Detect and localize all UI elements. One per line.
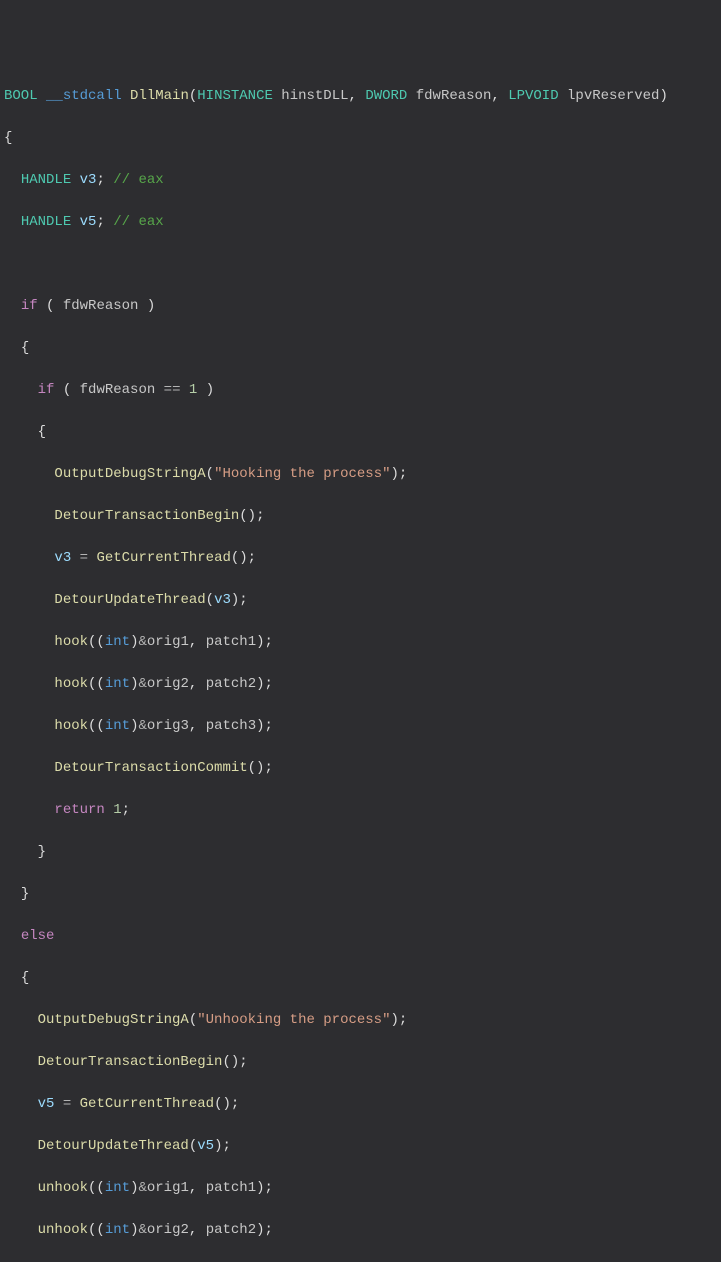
func-call: hook xyxy=(54,718,88,734)
identifier: v5 xyxy=(38,1096,55,1112)
func-call: hook xyxy=(54,634,88,650)
identifier: patch3 xyxy=(206,718,256,734)
code-line: DetourTransactionBegin(); xyxy=(0,1052,721,1073)
func-call: hook xyxy=(54,676,88,692)
param-type: HINSTANCE xyxy=(197,88,273,104)
identifier: patch1 xyxy=(206,634,256,650)
code-line: { xyxy=(0,338,721,359)
func-call: DetourTransactionBegin xyxy=(54,508,239,524)
operator: & xyxy=(138,1222,146,1238)
identifier: orig2 xyxy=(147,676,189,692)
keyword-if: if xyxy=(38,382,55,398)
identifier: orig1 xyxy=(147,634,189,650)
number: 1 xyxy=(113,802,121,818)
keyword-int: int xyxy=(105,634,130,650)
operator: & xyxy=(138,718,146,734)
code-line: hook((int)&orig1, patch1); xyxy=(0,632,721,653)
code-line: HANDLE v5; // eax xyxy=(0,212,721,233)
code-line: DetourTransactionBegin(); xyxy=(0,506,721,527)
code-line: { xyxy=(0,968,721,989)
keyword-int: int xyxy=(105,676,130,692)
code-line: unhook((int)&orig1, patch1); xyxy=(0,1178,721,1199)
operator: & xyxy=(138,634,146,650)
keyword-int: int xyxy=(105,1222,130,1238)
identifier: v5 xyxy=(197,1138,214,1154)
code-line: } xyxy=(0,884,721,905)
param-name: lpvReserved xyxy=(567,88,659,104)
code-line: DetourUpdateThread(v3); xyxy=(0,590,721,611)
param-type: LPVOID xyxy=(508,88,558,104)
code-line: if ( fdwReason == 1 ) xyxy=(0,380,721,401)
string-literal: "Hooking the process" xyxy=(214,466,390,482)
code-line: } xyxy=(0,842,721,863)
code-line: hook((int)&orig2, patch2); xyxy=(0,674,721,695)
func-call: GetCurrentThread xyxy=(96,550,230,566)
code-line: hook((int)&orig3, patch3); xyxy=(0,716,721,737)
code-line: OutputDebugStringA("Unhooking the proces… xyxy=(0,1010,721,1031)
func-call: DetourUpdateThread xyxy=(38,1138,189,1154)
func-call: DetourTransactionBegin xyxy=(38,1054,223,1070)
code-line: { xyxy=(0,128,721,149)
keyword-return: return xyxy=(54,802,104,818)
identifier: v3 xyxy=(214,592,231,608)
code-line: v3 = GetCurrentThread(); xyxy=(0,548,721,569)
func-call: OutputDebugStringA xyxy=(38,1012,189,1028)
code-line: BOOL __stdcall DllMain(HINSTANCE hinstDL… xyxy=(0,86,721,107)
keyword-else: else xyxy=(21,928,55,944)
function-name: DllMain xyxy=(130,88,189,104)
code-line: { xyxy=(0,422,721,443)
keyword-int: int xyxy=(105,1180,130,1196)
func-call: GetCurrentThread xyxy=(80,1096,214,1112)
func-call: unhook xyxy=(38,1222,88,1238)
code-line: v5 = GetCurrentThread(); xyxy=(0,1094,721,1115)
code-line: DetourUpdateThread(v5); xyxy=(0,1136,721,1157)
identifier: patch1 xyxy=(206,1180,256,1196)
var-name: v3 xyxy=(80,172,97,188)
operator: = xyxy=(80,550,88,566)
identifier: patch2 xyxy=(206,676,256,692)
keyword-int: int xyxy=(105,718,130,734)
code-line: HANDLE v3; // eax xyxy=(0,170,721,191)
comment: // eax xyxy=(113,172,163,188)
func-call: OutputDebugStringA xyxy=(54,466,205,482)
identifier: fdwReason xyxy=(80,382,156,398)
param-type: DWORD xyxy=(365,88,407,104)
operator: & xyxy=(138,1180,146,1196)
string-literal: "Unhooking the process" xyxy=(197,1012,390,1028)
identifier: fdwReason xyxy=(63,298,139,314)
func-call: DetourTransactionCommit xyxy=(54,760,247,776)
keyword-if: if xyxy=(21,298,38,314)
identifier: orig1 xyxy=(147,1180,189,1196)
identifier: orig3 xyxy=(147,718,189,734)
identifier: patch2 xyxy=(206,1222,256,1238)
param-name: hinstDLL xyxy=(281,88,348,104)
var-name: v5 xyxy=(80,214,97,230)
code-line: else xyxy=(0,926,721,947)
comment: // eax xyxy=(113,214,163,230)
operator: == xyxy=(164,382,181,398)
code-line: unhook((int)&orig2, patch2); xyxy=(0,1220,721,1241)
return-type: BOOL xyxy=(4,88,38,104)
identifier: v3 xyxy=(54,550,71,566)
func-call: DetourUpdateThread xyxy=(54,592,205,608)
code-line: DetourTransactionCommit(); xyxy=(0,758,721,779)
var-type: HANDLE xyxy=(21,214,71,230)
calling-convention: __stdcall xyxy=(46,88,122,104)
var-type: HANDLE xyxy=(21,172,71,188)
operator: = xyxy=(63,1096,71,1112)
code-line: return 1; xyxy=(0,800,721,821)
identifier: orig2 xyxy=(147,1222,189,1238)
func-call: unhook xyxy=(38,1180,88,1196)
param-name: fdwReason xyxy=(416,88,492,104)
code-line xyxy=(0,254,721,275)
code-line: OutputDebugStringA("Hooking the process"… xyxy=(0,464,721,485)
code-line: if ( fdwReason ) xyxy=(0,296,721,317)
operator: & xyxy=(138,676,146,692)
